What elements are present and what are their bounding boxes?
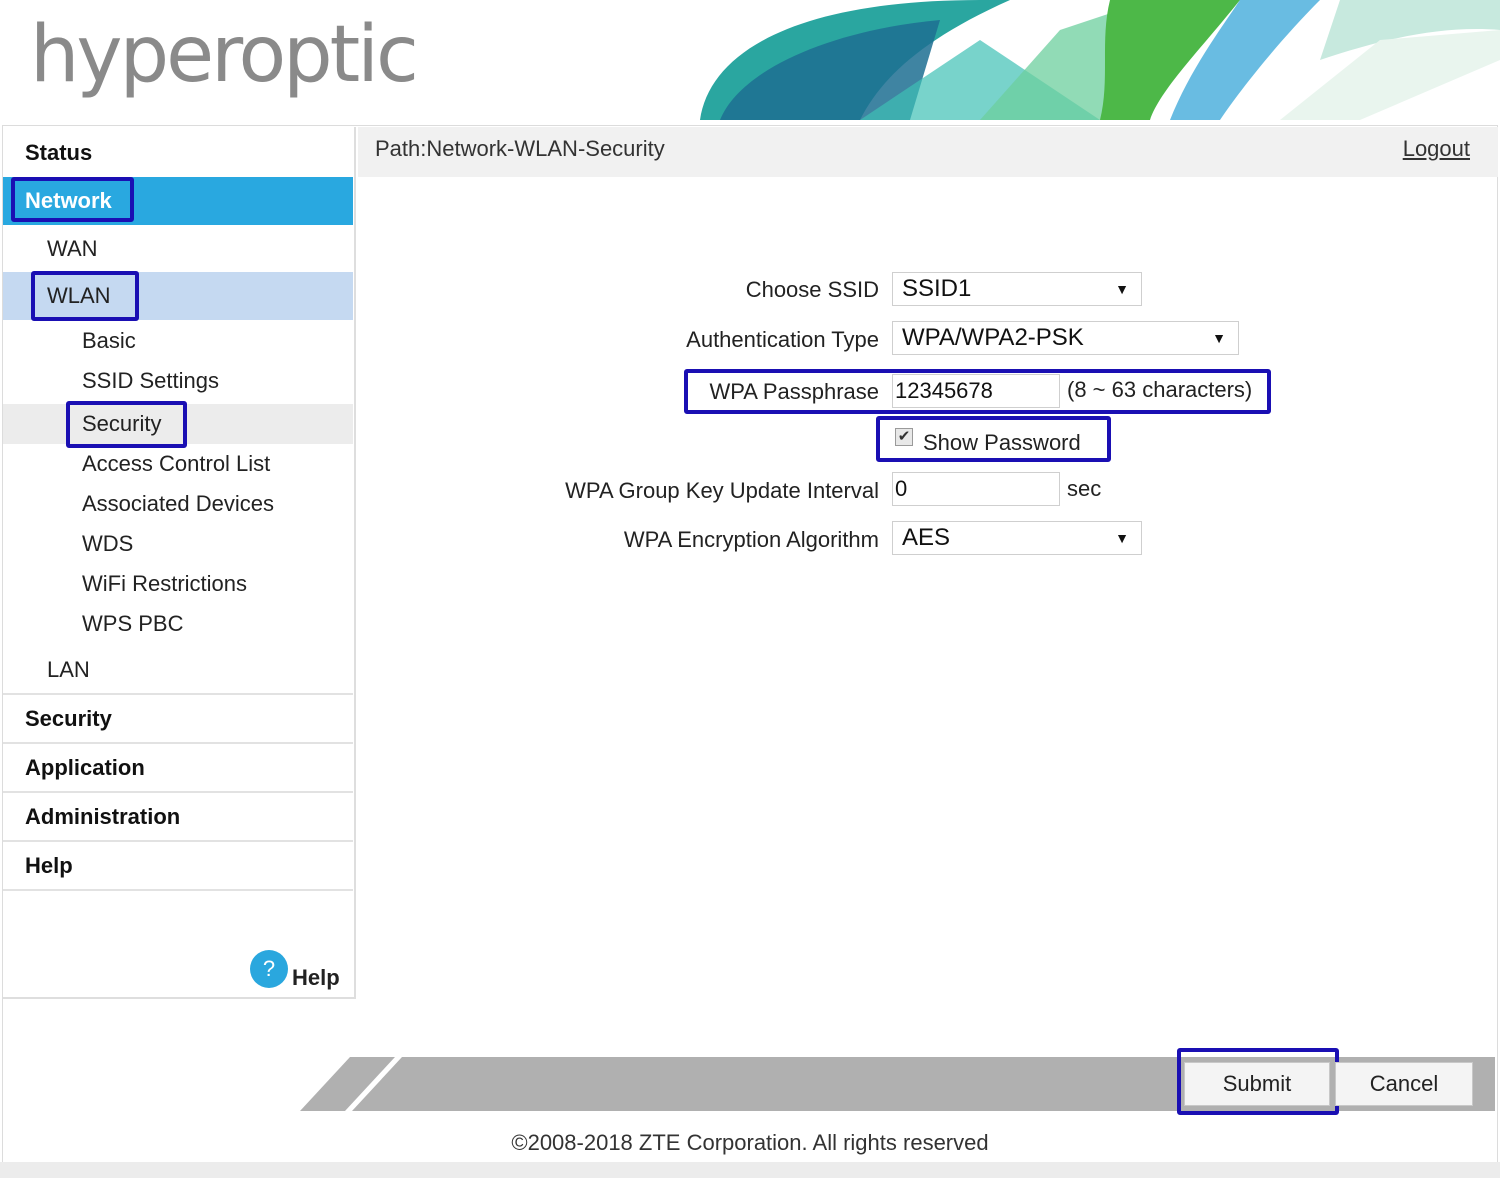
nav-wlan-wps-pbc[interactable]: WPS PBC <box>3 604 353 644</box>
nav-security[interactable]: Security <box>3 693 353 741</box>
sidebar: Status Network WAN WLAN Basic SSID Setti… <box>3 127 356 999</box>
auth-type-select-value: WPA/WPA2-PSK <box>902 324 1084 351</box>
highlight-network <box>11 177 134 222</box>
ssid-label: Choose SSID <box>745 277 879 302</box>
help-link-label[interactable]: Help <box>292 965 340 991</box>
breadcrumb: Path:Network-WLAN-Security <box>375 136 665 161</box>
highlight-submit <box>1177 1048 1339 1115</box>
cancel-button[interactable]: Cancel <box>1335 1062 1473 1106</box>
chevron-down-icon: ▼ <box>1115 530 1129 546</box>
auth-type-select[interactable]: WPA/WPA2-PSK ▼ <box>892 321 1239 355</box>
banner-graphic <box>700 0 1500 120</box>
rekey-label: WPA Group Key Update Interval <box>565 478 879 503</box>
chevron-down-icon: ▼ <box>1212 330 1226 346</box>
encryption-label: WPA Encryption Algorithm <box>623 527 879 552</box>
question-icon[interactable]: ? <box>250 950 288 988</box>
chevron-down-icon: ▼ <box>1115 281 1129 297</box>
auth-type-label: Authentication Type <box>686 327 879 352</box>
nav-wlan-wds[interactable]: WDS <box>3 524 353 564</box>
header: hyperoptic <box>0 0 1500 125</box>
nav-administration[interactable]: Administration <box>3 791 353 839</box>
highlight-show-password <box>876 416 1111 462</box>
nav-wlan-basic[interactable]: Basic <box>3 321 353 361</box>
nav-wlan-access-control-list[interactable]: Access Control List <box>3 444 353 484</box>
nav-wlan-wifi-restrictions[interactable]: WiFi Restrictions <box>3 564 353 604</box>
encryption-select[interactable]: AES ▼ <box>892 521 1142 555</box>
highlight-passphrase <box>684 369 1271 414</box>
nav-wan[interactable]: WAN <box>3 226 353 272</box>
logout-link[interactable]: Logout <box>1403 127 1470 171</box>
nav-application[interactable]: Application <box>3 742 353 790</box>
nav-help[interactable]: Help <box>3 840 353 888</box>
copyright-text: ©2008-2018 ZTE Corporation. All rights r… <box>511 1130 989 1155</box>
encryption-select-value: AES <box>902 524 951 551</box>
ssid-select-value: SSID1 <box>902 275 972 302</box>
rekey-unit: sec <box>1067 476 1102 501</box>
bottom-strip <box>0 1162 1500 1178</box>
ssid-select[interactable]: SSID1 ▼ <box>892 272 1142 306</box>
highlight-wlan <box>31 271 139 321</box>
rekey-interval-input[interactable]: 0 <box>892 472 1060 506</box>
nav-divider <box>3 889 353 891</box>
help-link[interactable]: ? Help <box>250 947 340 991</box>
nav-wlan-associated-devices[interactable]: Associated Devices <box>3 484 353 524</box>
nav-lan[interactable]: LAN <box>3 647 353 693</box>
highlight-security <box>66 401 187 448</box>
nav-wlan-ssid-settings[interactable]: SSID Settings <box>3 361 353 401</box>
path-bar: Path:Network-WLAN-Security Logout <box>358 127 1498 177</box>
nav-status[interactable]: Status <box>3 129 353 177</box>
hyperoptic-logo: hyperoptic <box>30 10 419 100</box>
